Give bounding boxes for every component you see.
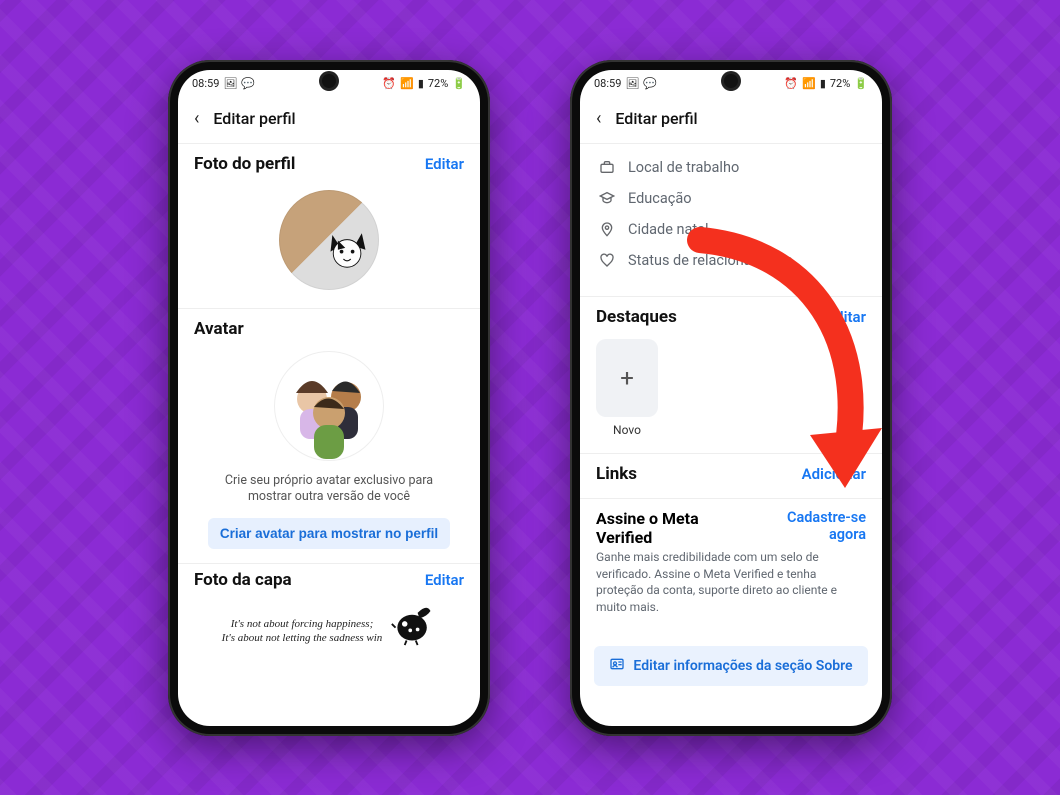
wifi-icon: 📶: [400, 78, 414, 89]
highlight-add-label: Novo: [613, 423, 641, 437]
screen-right: 08:59 🖼 💬 ⏰ 📶 ▮ 72% 🔋 ‹ Editar perfil: [580, 70, 882, 726]
info-label: Status de relacionamento: [628, 252, 793, 269]
info-label: Cidade natal: [628, 221, 709, 238]
profile-photo-title: Foto do perfil: [194, 154, 295, 174]
cover-quote-line1: It's not about forcing happiness;: [222, 617, 383, 632]
meta-verified-title: Assine o Meta Verified: [596, 509, 746, 547]
plus-icon[interactable]: +: [596, 339, 658, 417]
bird-illustration-icon: [390, 600, 436, 646]
signal-icon: ▮: [418, 78, 424, 89]
cover-edit-link[interactable]: Editar: [425, 571, 464, 589]
phone-left: 08:59 🖼 💬 ⏰ 📶 ▮ 72% 🔋 ‹ Editar perfil: [168, 60, 490, 736]
highlight-add-tile[interactable]: + Novo: [596, 339, 658, 437]
back-button[interactable]: ‹: [188, 104, 205, 133]
briefcase-icon: [598, 159, 616, 175]
image-icon: 🖼: [625, 78, 639, 89]
highlights-edit-link[interactable]: Editar: [827, 308, 866, 326]
section-info-list: Local de trabalho Educação: [580, 144, 882, 297]
profile-photo[interactable]: [279, 190, 379, 290]
image-icon: 🖼: [223, 78, 237, 89]
pin-icon: [598, 221, 616, 237]
section-links: Links Adicionar: [580, 454, 882, 499]
person-card-icon: [609, 656, 625, 676]
avatar-title: Avatar: [194, 319, 244, 339]
status-time: 08:59: [594, 77, 621, 90]
screen-left: 08:59 🖼 💬 ⏰ 📶 ▮ 72% 🔋 ‹ Editar perfil: [178, 70, 480, 726]
app-header: ‹ Editar perfil: [178, 98, 480, 144]
info-item-hometown[interactable]: Cidade natal: [596, 214, 866, 245]
battery-icon: 🔋: [452, 78, 466, 89]
info-item-workplace[interactable]: Local de trabalho: [596, 152, 866, 183]
app-header: ‹ Editar perfil: [580, 98, 882, 144]
status-battery: 72%: [428, 77, 448, 90]
cover-photo[interactable]: It's not about forcing happiness; It's a…: [194, 600, 464, 646]
section-meta-verified: Assine o Meta Verified Cadastre-se agora…: [580, 499, 882, 641]
phone-camera-notch: [724, 74, 738, 88]
avatars-illustration-icon: [274, 351, 384, 461]
chat-icon: 💬: [643, 78, 657, 89]
avatar-description: Crie seu próprio avatar exclusivo para m…: [194, 473, 464, 507]
phone-right: 08:59 🖼 💬 ⏰ 📶 ▮ 72% 🔋 ‹ Editar perfil: [570, 60, 892, 736]
cat-illustration-icon: [325, 224, 371, 270]
chat-icon: 💬: [241, 78, 255, 89]
info-label: Educação: [628, 190, 692, 207]
section-avatar: Avatar C: [178, 309, 480, 565]
section-profile-photo: Foto do perfil Editar: [178, 144, 480, 309]
alarm-icon: ⏰: [382, 78, 396, 89]
links-add-link[interactable]: Adicionar: [802, 465, 866, 483]
page-title: Editar perfil: [615, 109, 697, 128]
back-button[interactable]: ‹: [590, 104, 607, 133]
meta-verified-description: Ganhe mais credibilidade com um selo de …: [596, 547, 866, 626]
avatar-preview[interactable]: [274, 351, 384, 461]
info-item-education[interactable]: Educação: [596, 183, 866, 214]
cover-title: Foto da capa: [194, 570, 292, 590]
section-cover-photo: Foto da capa Editar It's not about forci…: [178, 564, 480, 660]
highlights-title: Destaques: [596, 307, 677, 327]
meta-verified-signup-link[interactable]: Cadastre-se agora: [756, 509, 866, 544]
status-battery: 72%: [830, 77, 850, 90]
cover-quote-line2: It's about not letting the sadness win: [222, 631, 383, 646]
info-item-relationship[interactable]: Status de relacionamento: [596, 245, 866, 276]
battery-icon: 🔋: [854, 78, 868, 89]
wifi-icon: 📶: [802, 78, 816, 89]
phone-camera-notch: [322, 74, 336, 88]
page-title: Editar perfil: [213, 109, 295, 128]
alarm-icon: ⏰: [784, 78, 798, 89]
cover-quote: It's not about forcing happiness; It's a…: [222, 617, 383, 647]
profile-photo-edit-link[interactable]: Editar: [425, 155, 464, 173]
signal-icon: ▮: [820, 78, 826, 89]
links-title: Links: [596, 464, 637, 484]
status-time: 08:59: [192, 77, 219, 90]
grad-cap-icon: [598, 190, 616, 206]
stage: 08:59 🖼 💬 ⏰ 📶 ▮ 72% 🔋 ‹ Editar perfil: [0, 0, 1060, 795]
content-left: Foto do perfil Editar: [178, 144, 480, 726]
section-highlights: Destaques Editar + Novo: [580, 297, 882, 454]
content-right: Local de trabalho Educação: [580, 144, 882, 726]
edit-about-label: Editar informações da seção Sobre: [633, 658, 852, 674]
create-avatar-button[interactable]: Criar avatar para mostrar no perfil: [208, 518, 450, 549]
info-label: Local de trabalho: [628, 159, 739, 176]
heart-icon: [598, 252, 616, 268]
edit-about-button[interactable]: Editar informações da seção Sobre: [594, 646, 868, 686]
